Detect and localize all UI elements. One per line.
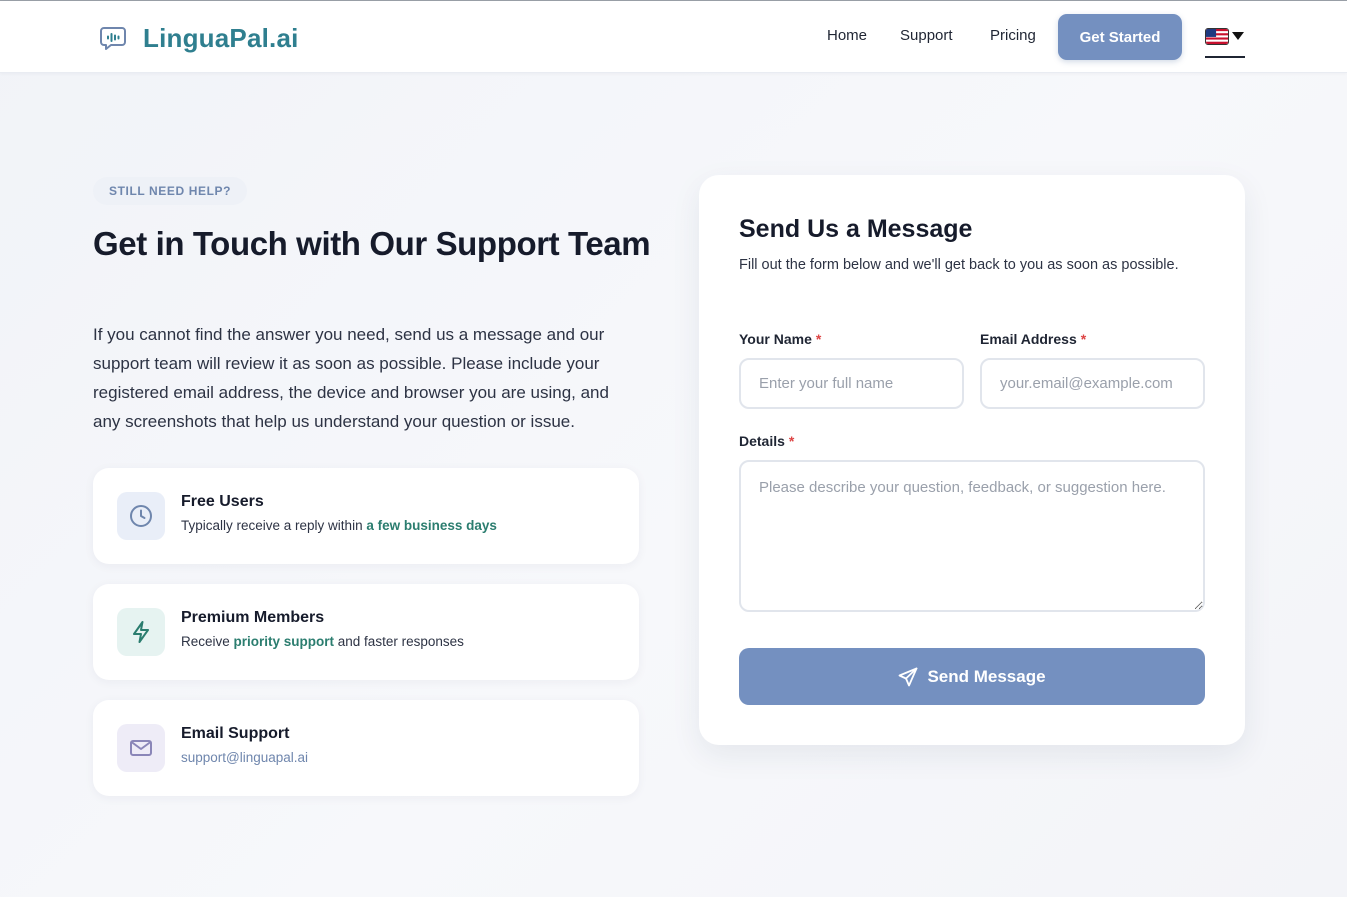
card-highlight: a few business days xyxy=(366,518,497,533)
email-label-text: Email Address xyxy=(980,331,1077,347)
caret-down-icon xyxy=(1232,32,1244,40)
email-label: Email Address * xyxy=(980,331,1086,347)
form-title: Send Us a Message xyxy=(739,215,973,243)
premium-members-card: Premium Members Receive priority support… xyxy=(93,584,639,680)
card-title: Premium Members xyxy=(181,609,325,626)
site-header: LinguaPal.ai Home Support Pricing Get St… xyxy=(0,1,1347,73)
card-text: Typically receive a reply within a few b… xyxy=(181,518,497,533)
nav-home-link[interactable]: Home xyxy=(827,27,867,44)
language-selector[interactable] xyxy=(1205,26,1245,58)
name-input[interactable] xyxy=(739,358,964,409)
contact-form-card: Send Us a Message Fill out the form belo… xyxy=(699,175,1245,745)
clock-icon xyxy=(117,492,165,540)
email-input[interactable] xyxy=(980,358,1205,409)
required-marker: * xyxy=(788,433,795,449)
card-text-before: Typically receive a reply within xyxy=(181,518,367,533)
nav-pricing-link[interactable]: Pricing xyxy=(990,27,1036,44)
page-title: Get in Touch with Our Support Team xyxy=(93,225,651,262)
email-support-card: Email Support support@linguapal.ai xyxy=(93,700,639,796)
card-title: Email Support xyxy=(181,725,290,742)
send-message-label: Send Message xyxy=(927,666,1046,686)
free-users-card: Free Users Typically receive a reply wit… xyxy=(93,468,639,564)
card-text-after: and faster responses xyxy=(334,634,464,649)
card-highlight: priority support xyxy=(233,634,335,649)
eyebrow-badge: STILL NEED HELP? xyxy=(93,177,248,205)
page-description: If you cannot find the answer you need, … xyxy=(93,325,609,431)
details-label-text: Details xyxy=(739,433,785,449)
required-marker: * xyxy=(815,331,822,347)
support-email-link[interactable]: support@linguapal.ai xyxy=(181,750,308,765)
us-flag-icon xyxy=(1205,28,1229,45)
nav-support-link[interactable]: Support xyxy=(900,27,953,44)
send-message-button[interactable]: Send Message xyxy=(739,648,1205,705)
get-started-button[interactable]: Get Started xyxy=(1058,14,1182,60)
mail-icon xyxy=(117,724,165,772)
details-label: Details * xyxy=(739,433,794,449)
name-label: Your Name * xyxy=(739,331,821,347)
card-text: Receive priority support and faster resp… xyxy=(181,634,464,649)
required-marker: * xyxy=(1080,331,1087,347)
paper-plane-icon xyxy=(899,667,918,686)
name-label-text: Your Name xyxy=(739,331,812,347)
form-subtitle: Fill out the form below and we'll get ba… xyxy=(739,257,1179,273)
card-title: Free Users xyxy=(181,493,264,510)
details-textarea[interactable] xyxy=(739,460,1205,612)
main-nav: Home Support Pricing Get Started xyxy=(0,14,1347,60)
card-text-before: Receive xyxy=(181,634,234,649)
lightning-icon xyxy=(117,608,165,656)
